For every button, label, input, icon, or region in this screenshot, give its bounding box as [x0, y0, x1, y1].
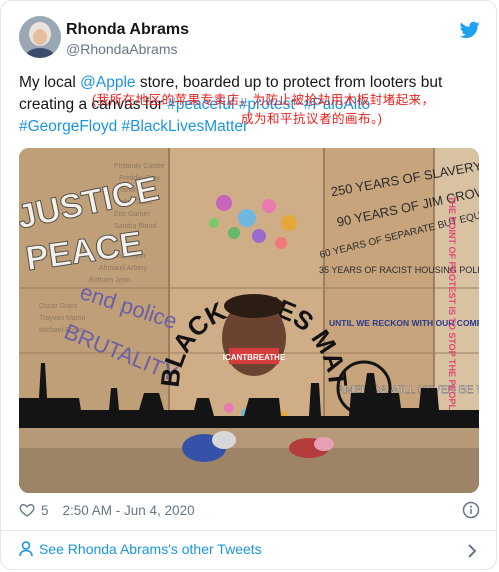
timestamp[interactable]: 2:50 AM - Jun 4, 2020 — [63, 503, 195, 518]
chevron-right-icon[interactable] — [467, 543, 477, 559]
person-icon — [19, 541, 33, 557]
tweet-photo[interactable]: Philando Castile Freddie Gray Tamir Rice… — [19, 148, 479, 493]
author-name[interactable]: Rhonda Abrams — [66, 21, 189, 39]
svg-text:Philando Castile: Philando Castile — [114, 163, 165, 170]
see-more-label[interactable]: See Rhonda Abrams's other Tweets — [39, 541, 262, 557]
tweet-footer: 5 2:50 AM - Jun 4, 2020 — [19, 500, 195, 520]
heart-icon[interactable] — [19, 502, 35, 518]
info-icon[interactable] — [462, 501, 480, 519]
mural-icantbreathe: ICANTBREATHE — [223, 353, 286, 362]
hashtags-line2[interactable]: #GeorgeFloyd #BlackLivesMatter — [19, 118, 248, 135]
twitter-bird-icon[interactable] — [460, 21, 480, 39]
tweet-text-pre: My local — [19, 74, 81, 91]
see-more-link[interactable]: See Rhonda Abrams's other Tweets — [19, 541, 262, 557]
translation-line2: 成为和平抗议者的画布。) — [241, 112, 383, 126]
divider — [0, 530, 497, 531]
svg-text:Trayvon Martin: Trayvon Martin — [39, 315, 86, 322]
svg-text:Oscar Grant: Oscar Grant — [39, 303, 77, 310]
like-count[interactable]: 5 — [41, 503, 49, 518]
author-handle[interactable]: @RhondaAbrams — [66, 41, 178, 57]
author-avatar[interactable] — [19, 16, 61, 58]
translation-line1: (我所在地区的苹果专卖店，为防止被抢劫用木板封堵起来， — [92, 93, 435, 107]
